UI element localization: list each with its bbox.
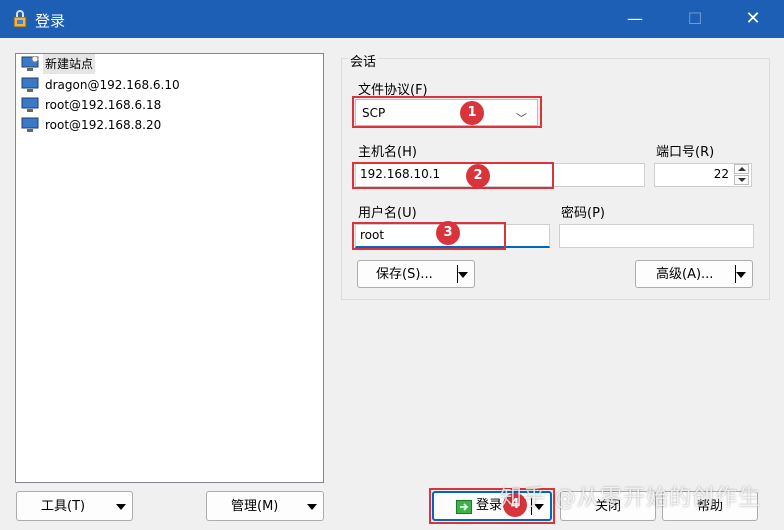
annotation-marker-1: 1 <box>460 101 484 125</box>
site-label: root@192.168.6.18 <box>45 98 162 112</box>
user-label: 用户名(U) <box>358 206 417 221</box>
save-label: 保存(S)... <box>376 267 433 282</box>
password-input[interactable] <box>559 224 754 248</box>
spin-up-icon[interactable] <box>734 164 749 174</box>
computer-icon <box>21 77 39 92</box>
port-label: 端口号(R) <box>656 145 715 160</box>
dropdown-arrow-icon[interactable] <box>458 272 468 278</box>
advanced-label: 高级(A)... <box>656 267 714 282</box>
app-lock-icon <box>13 10 27 28</box>
session-group-title: 会话 <box>348 51 379 70</box>
close-window-button[interactable]: ✕ <box>738 6 768 32</box>
computer-icon <box>21 97 39 112</box>
site-tree[interactable]: 新建站点 dragon@192.168.6.10 root@192.168.6.… <box>15 53 324 483</box>
save-button[interactable]: 保存(S)... <box>357 260 475 288</box>
tools-button[interactable]: 工具(T) <box>16 491 133 521</box>
watermark: 知乎 @从零开始的创作生 <box>500 486 761 511</box>
minimize-button[interactable]: — <box>620 6 650 32</box>
annotation-box-3 <box>352 222 506 250</box>
new-site-icon <box>21 56 39 71</box>
tools-label: 工具(T) <box>41 499 86 514</box>
annotation-box-1 <box>352 96 542 128</box>
dropdown-arrow-icon[interactable] <box>736 272 746 278</box>
site-label: root@192.168.8.20 <box>45 118 162 132</box>
manage-button[interactable]: 管理(M) <box>206 491 324 521</box>
annotation-box-2 <box>352 162 554 189</box>
window-title: 登录 <box>35 12 66 30</box>
maximize-button[interactable]: ☐ <box>680 6 710 32</box>
port-spinner[interactable] <box>734 164 751 186</box>
advanced-button[interactable]: 高级(A)... <box>635 260 753 288</box>
title-bar: 登录 — ☐ ✕ <box>0 0 784 38</box>
host-label: 主机名(H) <box>358 145 417 160</box>
password-label: 密码(P) <box>561 206 605 221</box>
annotation-marker-2: 2 <box>466 164 490 188</box>
manage-label: 管理(M) <box>231 499 279 514</box>
computer-icon <box>21 117 39 132</box>
dropdown-arrow-icon <box>116 504 126 510</box>
dropdown-arrow-icon <box>307 504 317 510</box>
site-label: 新建站点 <box>43 54 96 74</box>
spin-down-icon[interactable] <box>734 175 749 185</box>
site-label: dragon@192.168.6.10 <box>45 78 180 92</box>
annotation-marker-3: 3 <box>436 221 460 245</box>
